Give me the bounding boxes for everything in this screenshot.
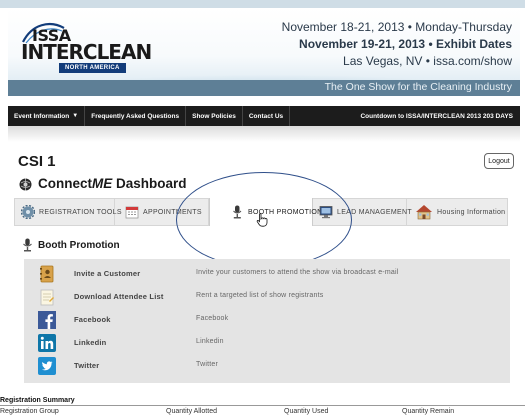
nav-show-policies[interactable]: Show Policies <box>186 106 243 126</box>
dashboard-title-suffix: Dashboard <box>112 176 187 191</box>
chevron-down-icon: ▼ <box>72 113 79 119</box>
event-dates: November 18-21, 2013 • Monday-Thursday <box>281 20 512 34</box>
registration-summary-divider <box>0 405 525 406</box>
tab-booth-promotion-label: BOOTH PROMOTION <box>248 208 323 216</box>
promo-label[interactable]: Facebook <box>74 315 111 324</box>
calendar-icon <box>125 206 139 219</box>
promo-label[interactable]: Twitter <box>74 361 99 370</box>
tab-housing-information[interactable]: Housing Information <box>407 199 507 225</box>
issa-interclean-logo[interactable]: ISSA INTERCLEAN NORTH AMERICA <box>20 22 160 74</box>
house-icon <box>416 205 432 220</box>
promo-item-facebook[interactable]: Facebook Facebook <box>24 309 510 331</box>
promo-item-twitter[interactable]: Twitter Twitter <box>24 355 510 377</box>
exhibit-dates: November 19-21, 2013 • Exhibit Dates <box>299 37 512 51</box>
promo-item-linkedin[interactable]: Linkedin Linkedin <box>24 332 510 354</box>
tab-housing-information-label: Housing Information <box>437 208 506 216</box>
column-header-quantity-remain: Quantity Remain <box>402 408 455 415</box>
linkedin-icon <box>38 334 56 352</box>
promo-item-invite-customer[interactable]: Invite a Customer Invite your customers … <box>24 263 510 285</box>
nav-event-information[interactable]: Event Information ▼ <box>8 106 86 126</box>
promo-description: Rent a targeted list of show registrants <box>196 292 324 299</box>
logo-interclean-text: INTERCLEAN <box>21 40 152 64</box>
promotion-list: Invite a Customer Invite your customers … <box>24 259 510 383</box>
twitter-icon <box>38 357 56 375</box>
tab-lead-management[interactable]: LEAD MANAGEMENT <box>313 199 412 225</box>
page-title: CSI 1 <box>18 153 56 170</box>
main-navbar: Event Information ▼ Frequently Asked Que… <box>8 106 520 126</box>
tab-appointments[interactable]: APPOINTMENTS <box>115 199 209 225</box>
microphone-icon <box>233 205 242 219</box>
nav-event-information-label: Event Information <box>14 112 70 120</box>
microphone-icon <box>23 238 32 252</box>
nav-contact-us[interactable]: Contact Us <box>243 106 291 126</box>
dashboard-tabs: REGISTRATION TOOLS APPOINTMENTS BOOTH PR… <box>14 198 508 226</box>
promo-description: Twitter <box>196 361 219 368</box>
nav-faq[interactable]: Frequently Asked Questions <box>85 106 187 126</box>
event-banner[interactable]: ISSA INTERCLEAN NORTH AMERICA November 1… <box>8 8 520 96</box>
tagline-bar: The One Show for the Cleaning Industry <box>8 80 520 96</box>
promo-description: Facebook <box>196 315 229 322</box>
address-book-icon <box>40 265 54 283</box>
gear-icon <box>21 205 35 219</box>
top-strip <box>0 0 525 8</box>
registration-summary-title: Registration Summary <box>0 397 75 404</box>
event-location: Las Vegas, NV • issa.com/show <box>343 54 512 68</box>
dashboard-title-me: ME <box>92 176 113 191</box>
facebook-icon <box>38 311 56 329</box>
column-header-registration-group: Registration Group <box>0 408 59 415</box>
dashboard-title: ConnectME Dashboard <box>38 176 187 191</box>
dashboard-title-prefix: Connect <box>38 176 92 191</box>
promo-description: Linkedin <box>196 338 224 345</box>
navbar-shadow <box>8 126 520 142</box>
promo-label[interactable]: Invite a Customer <box>74 269 140 278</box>
tab-lead-management-label: LEAD MANAGEMENT <box>337 208 412 216</box>
section-title: Booth Promotion <box>38 240 120 251</box>
monitor-icon <box>319 206 333 219</box>
promo-description: Invite your customers to attend the show… <box>196 269 399 276</box>
tagline-text: The One Show for the Cleaning Industry <box>324 81 512 93</box>
promo-label[interactable]: Download Attendee List <box>74 292 164 301</box>
column-header-quantity-used: Quantity Used <box>284 408 329 415</box>
column-header-quantity-allotted: Quantity Allotted <box>166 408 217 415</box>
tab-appointments-label: APPOINTMENTS <box>143 208 202 216</box>
dashboard-globe-icon <box>19 178 32 191</box>
promo-label[interactable]: Linkedin <box>74 338 106 347</box>
show-countdown: Countdown to ISSA/INTERCLEAN 2013 203 DA… <box>360 112 513 120</box>
tab-registration-tools[interactable]: REGISTRATION TOOLS <box>15 199 122 225</box>
logout-button[interactable]: Logout <box>484 153 514 169</box>
logo-region-badge: NORTH AMERICA <box>59 63 126 73</box>
promo-item-download-attendee-list[interactable]: Download Attendee List Rent a targeted l… <box>24 286 510 308</box>
notepad-icon <box>40 289 54 306</box>
tab-registration-tools-label: REGISTRATION TOOLS <box>39 208 122 216</box>
tab-booth-promotion[interactable]: BOOTH PROMOTION <box>209 198 322 226</box>
